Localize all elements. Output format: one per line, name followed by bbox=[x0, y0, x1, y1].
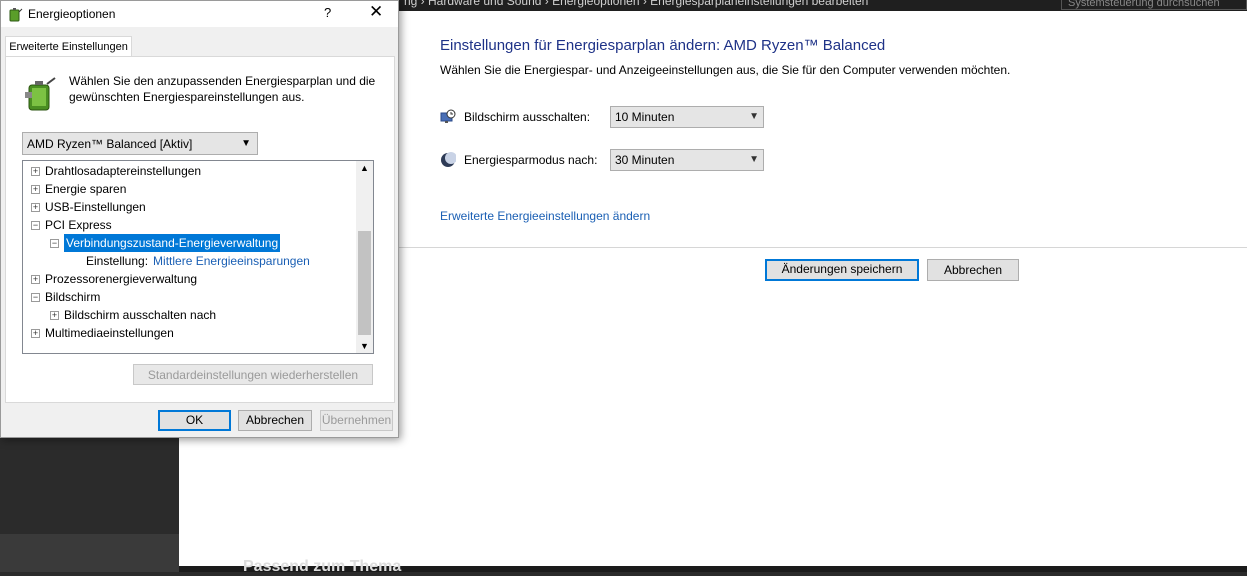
setting-label: Einstellung: bbox=[86, 254, 149, 268]
page-subtitle: Wählen Sie die Energiespar- und Anzeigee… bbox=[440, 63, 1011, 77]
apply-button[interactable]: Übernehmen bbox=[320, 410, 393, 431]
restore-defaults-button[interactable]: Standardeinstellungen wiederherstellen bbox=[133, 364, 373, 385]
display-off-row: Bildschirm ausschalten: 10 Minuten ▼ bbox=[440, 106, 764, 128]
tree-item-processor[interactable]: + Prozessorenergieverwaltung bbox=[31, 270, 197, 288]
power-options-dialog: Energieoptionen ? ✕ Erweiterte Einstellu… bbox=[0, 0, 399, 438]
control-panel-address-bar: ng › Hardware und Sound › Energieoptione… bbox=[398, 0, 1247, 11]
tree-item-label: Drahtlosadaptereinstellungen bbox=[45, 164, 202, 178]
tree-item-usb[interactable]: + USB-Einstellungen bbox=[31, 198, 146, 216]
expand-icon[interactable]: + bbox=[31, 184, 40, 194]
collapse-icon[interactable]: − bbox=[31, 220, 40, 230]
expand-icon[interactable]: + bbox=[31, 202, 40, 212]
scroll-up-icon[interactable]: ▲ bbox=[360, 163, 369, 173]
tree-item-label: Bildschirm ausschalten nach bbox=[64, 308, 217, 322]
tree-item-wireless[interactable]: + Drahtlosadaptereinstellungen bbox=[31, 162, 201, 180]
sleep-select[interactable]: 30 Minuten ▼ bbox=[610, 149, 764, 171]
breadcrumb[interactable]: ng › Hardware und Sound › Energieoptione… bbox=[404, 0, 868, 8]
close-icon[interactable]: ✕ bbox=[369, 2, 383, 22]
power-plan-select[interactable]: AMD Ryzen™ Balanced [Aktiv] ▼ bbox=[22, 132, 258, 155]
scrollbar-thumb[interactable] bbox=[358, 231, 371, 335]
tree-scrollbar[interactable]: ▲ ▼ bbox=[356, 161, 373, 353]
tree-item-multimedia[interactable]: + Multimediaeinstellungen bbox=[31, 324, 174, 342]
help-icon[interactable]: ? bbox=[324, 5, 331, 20]
tree-item-display[interactable]: − Bildschirm bbox=[31, 288, 100, 306]
expand-icon[interactable]: + bbox=[31, 166, 40, 176]
sleep-row: Energiesparmodus nach: 30 Minuten ▼ bbox=[440, 149, 764, 171]
display-off-label: Bildschirm ausschalten: bbox=[464, 110, 591, 124]
collapse-icon[interactable]: − bbox=[50, 238, 59, 248]
search-input[interactable]: Systemsteuerung durchsuchen bbox=[1061, 0, 1247, 10]
power-plan-value: AMD Ryzen™ Balanced [Aktiv] bbox=[27, 137, 193, 151]
tree-item-display-off-after[interactable]: + Bildschirm ausschalten nach bbox=[50, 306, 216, 324]
tree-item-setting[interactable]: Einstellung: Mittlere Energieeinsparunge… bbox=[86, 252, 310, 270]
collapse-icon[interactable]: − bbox=[31, 292, 40, 302]
save-changes-button[interactable]: Änderungen speichern bbox=[765, 259, 919, 281]
chevron-down-icon: ▼ bbox=[749, 154, 759, 165]
setting-value-link[interactable]: Mittlere Energieeinsparungen bbox=[153, 252, 310, 270]
expand-icon[interactable]: + bbox=[50, 310, 59, 320]
tree-item-label: PCI Express bbox=[45, 218, 112, 232]
tree-item-label: Bildschirm bbox=[45, 290, 101, 304]
expand-icon[interactable]: + bbox=[31, 274, 40, 284]
tree-item-energy-saving[interactable]: + Energie sparen bbox=[31, 180, 126, 198]
background-heading: Passend zum Thema bbox=[243, 558, 402, 575]
dialog-titlebar[interactable]: Energieoptionen ? ✕ bbox=[1, 1, 398, 27]
background-desktop bbox=[0, 438, 179, 572]
display-off-select[interactable]: 10 Minuten ▼ bbox=[610, 106, 764, 128]
tree-item-pci-express[interactable]: − PCI Express bbox=[31, 216, 112, 234]
moon-icon bbox=[441, 152, 456, 167]
monitor-clock-icon bbox=[440, 109, 456, 123]
tree-item-label: Prozessorenergieverwaltung bbox=[45, 272, 198, 286]
chevron-down-icon: ▼ bbox=[749, 111, 759, 122]
tree-item-label: Multimediaeinstellungen bbox=[45, 326, 174, 340]
expand-icon[interactable]: + bbox=[31, 328, 40, 338]
tree-item-link-state-power[interactable]: − Verbindungszustand-Energieverwaltung bbox=[50, 234, 281, 252]
tree-item-label: Energie sparen bbox=[45, 182, 127, 196]
sleep-value: 30 Minuten bbox=[615, 153, 675, 167]
background-page-bottom: Passend zum Thema bbox=[179, 558, 1247, 575]
battery-plug-icon bbox=[9, 8, 23, 22]
cancel-button[interactable]: Abbrechen bbox=[927, 259, 1019, 281]
page-title: Einstellungen für Energiesparplan ändern… bbox=[440, 37, 886, 54]
chevron-down-icon: ▼ bbox=[241, 138, 251, 149]
settings-tree[interactable]: + Drahtlosadaptereinstellungen + Energie… bbox=[22, 160, 374, 354]
tree-item-label: USB-Einstellungen bbox=[45, 200, 146, 214]
tab-advanced-settings[interactable]: Erweiterte Einstellungen bbox=[5, 36, 132, 57]
display-off-value: 10 Minuten bbox=[615, 110, 675, 124]
dialog-cancel-button[interactable]: Abbrechen bbox=[238, 410, 312, 431]
sleep-label: Energiesparmodus nach: bbox=[464, 153, 598, 167]
dialog-title: Energieoptionen bbox=[28, 7, 116, 21]
ok-button[interactable]: OK bbox=[158, 410, 231, 431]
scroll-down-icon[interactable]: ▼ bbox=[360, 341, 369, 351]
advanced-settings-link[interactable]: Erweiterte Energieeinstellungen ändern bbox=[440, 209, 650, 223]
background-band bbox=[0, 534, 179, 572]
dialog-intro-text: Wählen Sie den anzupassenden Energiespar… bbox=[69, 74, 376, 104]
battery-plug-icon bbox=[25, 77, 56, 111]
tree-item-label-selected: Verbindungszustand-Energieverwaltung bbox=[64, 234, 281, 252]
